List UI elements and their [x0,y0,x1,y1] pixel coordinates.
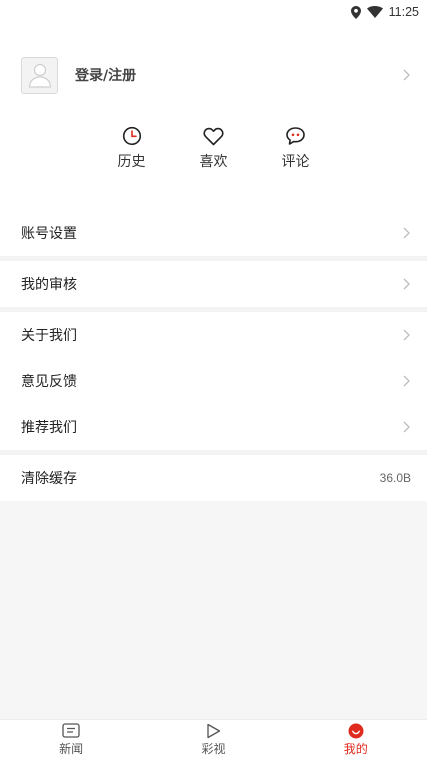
menu-item-label: 账号设置 [21,226,77,242]
chevron-right-icon [401,374,411,388]
location-icon [350,5,361,19]
play-icon [206,723,221,739]
chevron-right-icon [401,226,411,240]
profile-header: 11:25 登录/注册 历史 喜欢 评论 [0,0,427,210]
heart-icon [203,125,224,147]
quick-action-comments[interactable]: 评论 [255,125,337,171]
menu-item-label: 清除缓存 [21,471,77,487]
quick-action-likes[interactable]: 喜欢 [173,125,255,171]
user-placeholder-icon [28,63,51,88]
cache-size-value: 36.0B [379,471,411,485]
tab-label: 我的 [343,741,368,756]
wifi-icon [366,6,383,18]
menu-item-account-settings[interactable]: 账号设置 [0,210,427,256]
chevron-right-icon [401,277,411,291]
quick-action-label: 喜欢 [199,154,228,170]
menu-group-about: 关于我们 意见反馈 推荐我们 [0,312,427,450]
tab-label: 彩视 [201,741,226,756]
chevron-right-icon [401,420,411,434]
quick-action-history[interactable]: 历史 [91,125,173,171]
tab-news[interactable]: 新闻 [31,723,111,757]
menu-group-cache: 清除缓存 36.0B [0,455,427,501]
menu-item-label: 意见反馈 [21,374,77,390]
profile-icon [348,723,364,739]
news-icon [62,723,80,739]
tab-label: 新闻 [59,741,84,756]
quick-action-label: 评论 [281,154,310,170]
quick-action-label: 历史 [117,154,146,170]
clock-icon [122,125,142,147]
menu-item-label: 推荐我们 [21,420,77,436]
menu-item-clear-cache[interactable]: 清除缓存 36.0B [0,455,427,501]
menu-group-account: 账号设置 [0,210,427,256]
menu-item-label: 我的审核 [21,277,77,293]
comment-icon [285,125,306,147]
menu-item-recommend-us[interactable]: 推荐我们 [0,404,427,450]
menu-item-label: 关于我们 [21,328,77,344]
menu-item-about-us[interactable]: 关于我们 [0,312,427,358]
status-bar: 11:25 [0,0,427,24]
bottom-nav: 新闻 彩视 我的 [0,719,427,759]
tab-video[interactable]: 彩视 [173,723,253,757]
status-time: 11:25 [388,5,419,19]
menu-item-feedback[interactable]: 意见反馈 [0,358,427,404]
menu-group-review: 我的审核 [0,261,427,307]
chevron-right-icon [401,328,411,342]
chevron-right-icon [401,68,411,82]
quick-actions: 历史 喜欢 评论 [0,125,427,171]
tab-mine[interactable]: 我的 [316,723,396,757]
login-register-label[interactable]: 登录/注册 [75,65,401,85]
menu-item-my-review[interactable]: 我的审核 [0,261,427,307]
login-row[interactable]: 登录/注册 [21,56,411,94]
avatar[interactable] [21,56,58,94]
